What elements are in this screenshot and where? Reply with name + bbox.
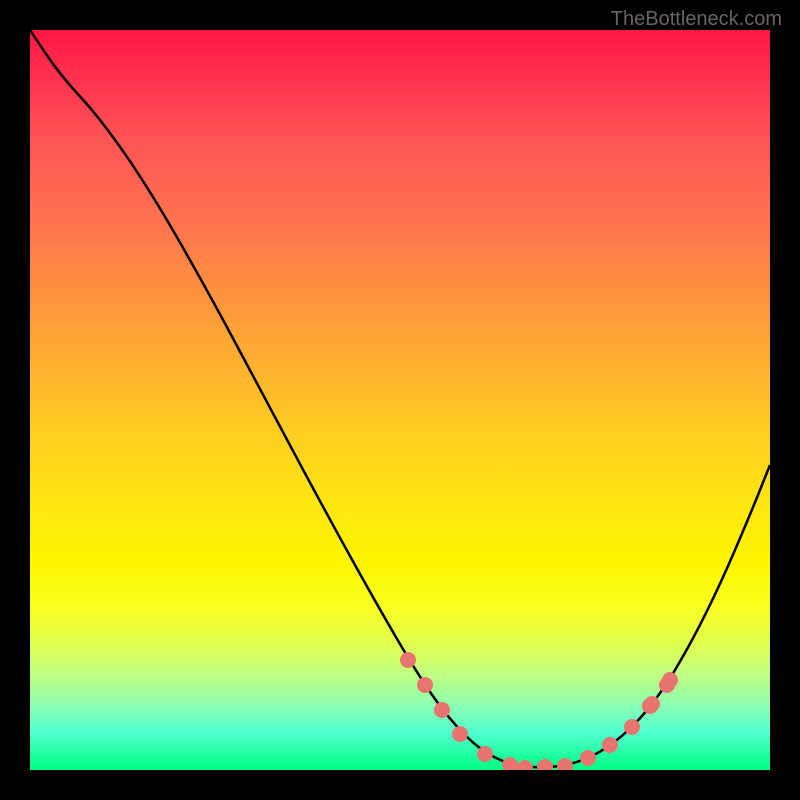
data-point (602, 737, 618, 753)
data-point (537, 759, 553, 770)
data-point (400, 652, 416, 668)
data-point (517, 760, 533, 770)
data-point (417, 677, 433, 693)
watermark-text: TheBottleneck.com (611, 8, 782, 31)
data-point (662, 672, 678, 688)
bottleneck-curve (30, 30, 770, 770)
data-point (502, 757, 518, 770)
data-point (477, 746, 493, 762)
data-point (434, 702, 450, 718)
data-point (452, 726, 468, 742)
chart-container (30, 30, 770, 770)
data-point (557, 758, 573, 770)
data-point (644, 696, 660, 712)
curve-line (30, 30, 770, 767)
data-point (580, 750, 596, 766)
curve-dots (400, 652, 678, 770)
data-point (624, 719, 640, 735)
